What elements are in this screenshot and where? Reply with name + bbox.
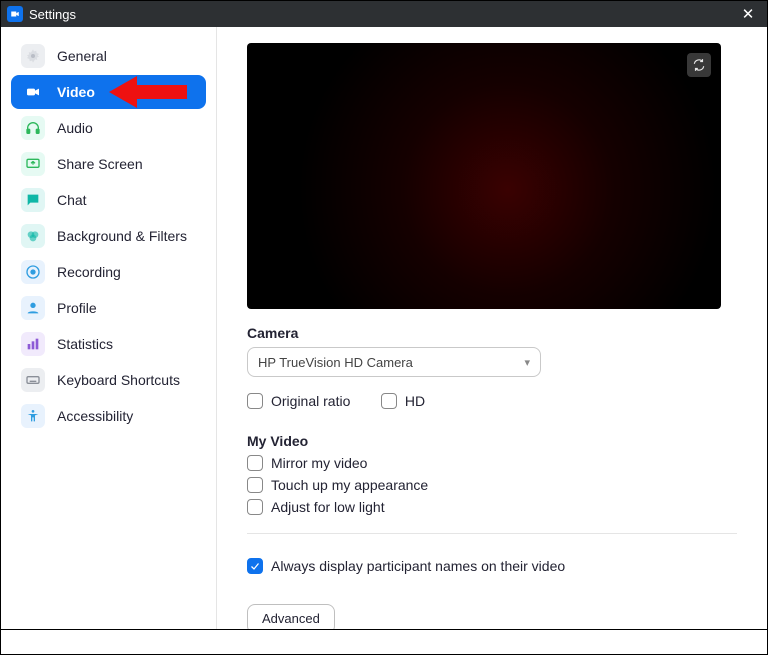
- sidebar-item-label: Video: [57, 84, 95, 100]
- sidebar-item-label: Profile: [57, 300, 97, 316]
- sidebar-item-background-filters[interactable]: Background & Filters: [11, 219, 206, 253]
- low-light-option[interactable]: Adjust for low light: [247, 499, 737, 515]
- camera-section-title: Camera: [247, 325, 737, 341]
- sidebar-item-label: Background & Filters: [57, 228, 187, 244]
- titlebar: Settings ✕: [1, 1, 767, 27]
- divider: [247, 533, 737, 534]
- chat-icon: [21, 188, 45, 212]
- profile-icon: [21, 296, 45, 320]
- outer-border-band: [0, 630, 768, 655]
- filters-icon: [21, 224, 45, 248]
- sidebar-item-accessibility[interactable]: Accessibility: [11, 399, 206, 433]
- sidebar-item-label: Share Screen: [57, 156, 143, 172]
- option-label: HD: [405, 393, 425, 409]
- option-label: Touch up my appearance: [271, 477, 428, 493]
- sidebar-item-video[interactable]: Video: [11, 75, 206, 109]
- sidebar-item-label: General: [57, 48, 107, 64]
- advanced-button[interactable]: Advanced: [247, 604, 335, 629]
- keyboard-icon: [21, 368, 45, 392]
- camera-select[interactable]: HP TrueVision HD Camera ▾: [247, 347, 541, 377]
- accessibility-icon: [21, 404, 45, 428]
- sidebar-item-label: Audio: [57, 120, 93, 136]
- checkbox[interactable]: [247, 455, 263, 471]
- display-names-option[interactable]: Always display participant names on thei…: [247, 558, 737, 574]
- headphones-icon: [21, 116, 45, 140]
- video-icon: [21, 80, 45, 104]
- sidebar-item-chat[interactable]: Chat: [11, 183, 206, 217]
- checkbox[interactable]: [247, 499, 263, 515]
- sidebar-item-label: Recording: [57, 264, 121, 280]
- sidebar-item-label: Accessibility: [57, 408, 133, 424]
- option-label: Original ratio: [271, 393, 350, 409]
- gear-icon: [21, 44, 45, 68]
- sidebar-item-statistics[interactable]: Statistics: [11, 327, 206, 361]
- sidebar-item-share-screen[interactable]: Share Screen: [11, 147, 206, 181]
- rotate-camera-button[interactable]: [687, 53, 711, 77]
- sidebar-item-recording[interactable]: Recording: [11, 255, 206, 289]
- sidebar-item-keyboard-shortcuts[interactable]: Keyboard Shortcuts: [11, 363, 206, 397]
- sidebar-item-profile[interactable]: Profile: [11, 291, 206, 325]
- hd-option[interactable]: HD: [381, 393, 425, 409]
- sidebar-item-audio[interactable]: Audio: [11, 111, 206, 145]
- option-label: Adjust for low light: [271, 499, 385, 515]
- checkbox[interactable]: [381, 393, 397, 409]
- touch-up-option[interactable]: Touch up my appearance: [247, 477, 737, 493]
- video-preview: [247, 43, 721, 309]
- option-label: Mirror my video: [271, 455, 367, 471]
- pointer-arrow: [109, 72, 189, 115]
- my-video-section-title: My Video: [247, 433, 737, 449]
- original-ratio-option[interactable]: Original ratio: [247, 393, 350, 409]
- option-label: Always display participant names on thei…: [271, 558, 565, 574]
- sidebar: General Video Audio: [1, 27, 217, 629]
- content-pane: Camera HP TrueVision HD Camera ▾ Origina…: [217, 27, 767, 629]
- sidebar-item-label: Keyboard Shortcuts: [57, 372, 180, 388]
- share-screen-icon: [21, 152, 45, 176]
- app-icon: [7, 6, 23, 22]
- checkbox[interactable]: [247, 393, 263, 409]
- camera-selected-value: HP TrueVision HD Camera: [258, 355, 413, 370]
- sidebar-item-general[interactable]: General: [11, 39, 206, 73]
- close-button[interactable]: ✕: [735, 5, 761, 23]
- mirror-video-option[interactable]: Mirror my video: [247, 455, 737, 471]
- sidebar-item-label: Statistics: [57, 336, 113, 352]
- sidebar-item-label: Chat: [57, 192, 87, 208]
- settings-window: Settings ✕ General Video: [0, 0, 768, 630]
- record-icon: [21, 260, 45, 284]
- statistics-icon: [21, 332, 45, 356]
- checkbox[interactable]: [247, 477, 263, 493]
- checkbox[interactable]: [247, 558, 263, 574]
- chevron-down-icon: ▾: [524, 356, 530, 369]
- window-title: Settings: [29, 7, 735, 22]
